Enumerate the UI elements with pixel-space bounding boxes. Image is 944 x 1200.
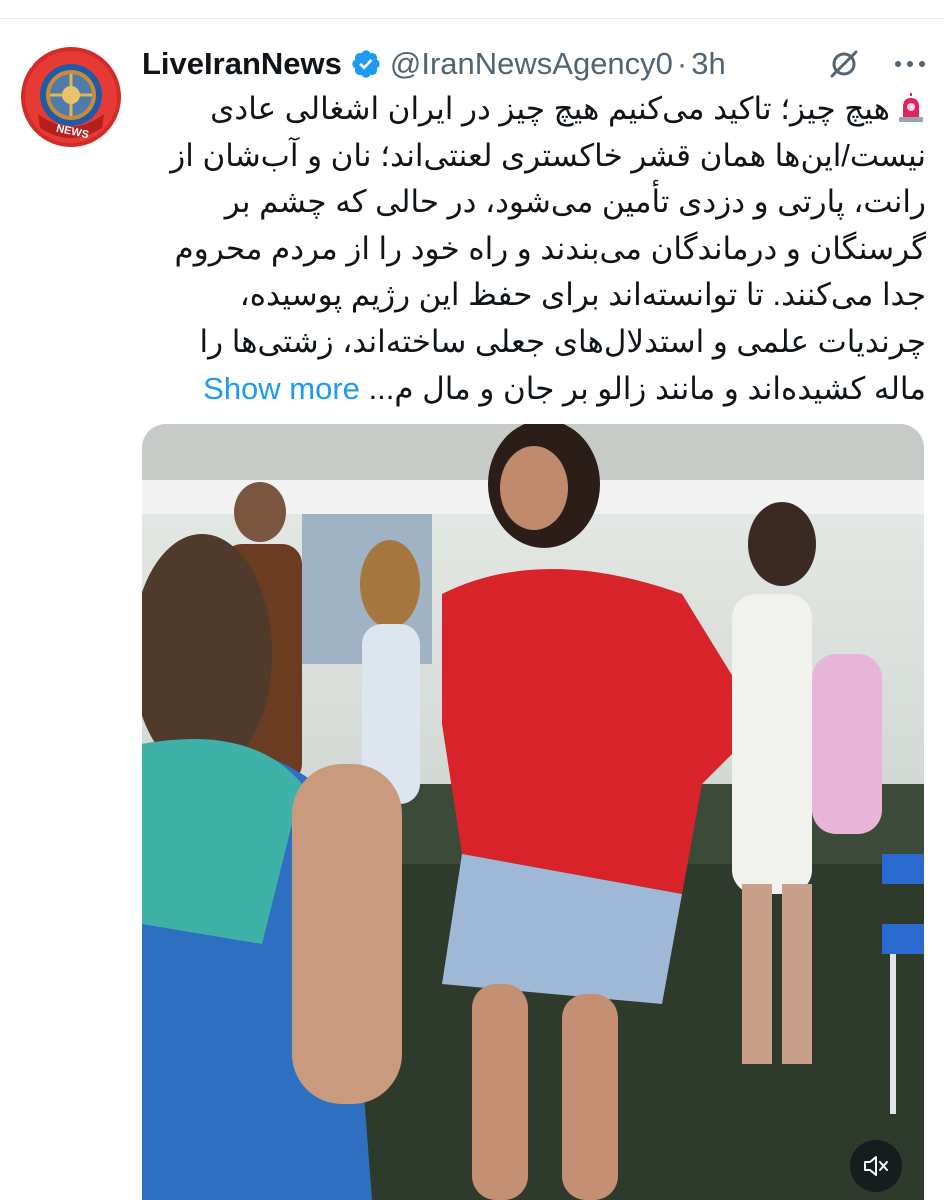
tweet-text: هیچ چیز؛ تاکید می‌کنیم هیچ چیز در ایران …: [140, 86, 926, 412]
timestamp[interactable]: 3h: [691, 46, 725, 82]
more-dots-icon[interactable]: [890, 46, 930, 82]
grok-slash-circle-icon[interactable]: [826, 46, 862, 82]
author-display-name[interactable]: LiveIranNews: [142, 46, 342, 82]
tweet-body: هیچ چیز؛ تاکید می‌کنیم هیچ چیز در ایران …: [170, 91, 926, 406]
separator-dot: ·: [676, 46, 688, 81]
tweet-header: LiveIranNews @IranNewsAgency0 · 3h: [142, 44, 726, 84]
verified-badge-icon[interactable]: [350, 48, 382, 80]
siren-icon: [896, 90, 926, 122]
avatar[interactable]: LIVE IRAN NEWS: [18, 44, 124, 150]
muted-speaker-icon: [864, 1156, 888, 1176]
mute-button[interactable]: [850, 1140, 902, 1192]
video-frame: [142, 424, 924, 1200]
show-more-link[interactable]: Show more: [203, 371, 360, 406]
tweet-video[interactable]: [142, 424, 924, 1200]
author-handle[interactable]: @IranNewsAgency0: [390, 46, 673, 82]
tweet[interactable]: LIVE IRAN NEWS LiveIranNews @IranNewsAge…: [0, 0, 944, 1200]
